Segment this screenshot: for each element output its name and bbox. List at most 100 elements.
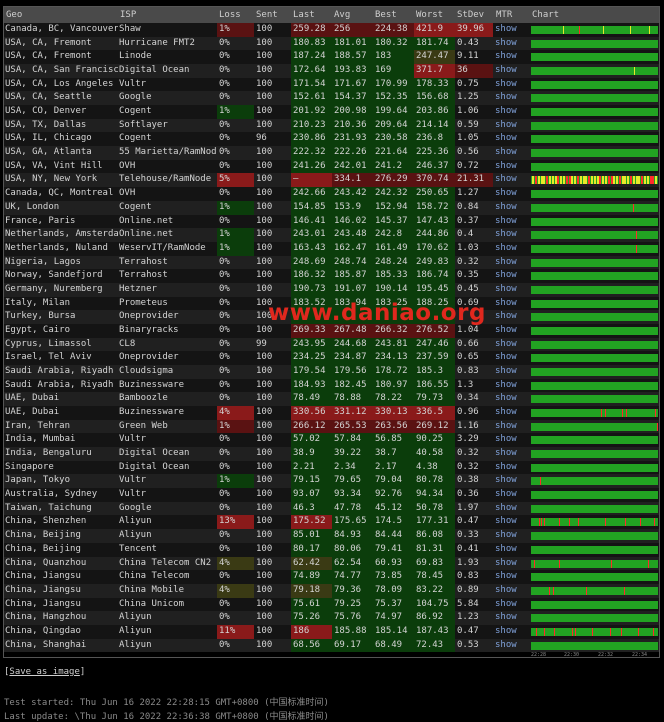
loss-cell: 4%: [217, 556, 254, 571]
worst-cell: 170.62: [414, 241, 455, 256]
mtr-show-link[interactable]: show: [495, 406, 525, 420]
mtr-show-link[interactable]: show: [495, 515, 525, 529]
stdev-cell: 0.59: [457, 119, 479, 130]
loss-cell: 0%: [219, 133, 230, 144]
mtr-show-link[interactable]: show: [495, 201, 525, 215]
sent-cell: 100: [256, 516, 273, 527]
chart-spike: [647, 559, 649, 568]
best-cell: 266.32: [373, 323, 414, 338]
mtr-show-link[interactable]: show: [495, 132, 525, 146]
mtr-show-link[interactable]: show: [495, 78, 525, 92]
sent-cell: 100: [256, 174, 273, 185]
table-row: Japan, Tokyo Vultr 1% 100 79.15 79.65 79.04 80.…: [4, 474, 659, 489]
mtr-show-link[interactable]: show: [495, 584, 525, 598]
col-loss-header: Loss: [219, 10, 241, 20]
save-as-image-label[interactable]: Save as image: [9, 667, 79, 677]
geo-cell: USA, TX, Dallas: [5, 119, 87, 130]
mtr-show-link[interactable]: show: [495, 420, 525, 434]
chart-spike: [585, 176, 588, 185]
mtr-show-link[interactable]: show: [495, 146, 525, 160]
stdev-cell: 1.93: [457, 557, 479, 568]
chart-spike: [554, 176, 557, 185]
mtr-show-link[interactable]: show: [495, 351, 525, 365]
mtr-show-link[interactable]: show: [495, 570, 525, 584]
mtr-show-link[interactable]: show: [495, 242, 525, 256]
mtr-show-link[interactable]: show: [495, 283, 525, 297]
worst-cell: 250.65: [414, 187, 455, 201]
geo-cell: China, Shenzhen: [5, 516, 87, 527]
latency-chart-bar: [531, 244, 658, 253]
mtr-show-link[interactable]: show: [495, 215, 525, 229]
geo-cell: Canada, QC, Montreal: [5, 188, 114, 199]
isp-cell: Aliyun: [119, 639, 152, 650]
mtr-show-link[interactable]: show: [495, 338, 525, 352]
mtr-show-link[interactable]: show: [495, 365, 525, 379]
table-header: Geo ISP Loss Sent Last Avg Best Worst St…: [4, 7, 659, 23]
col-last-header: Last: [293, 10, 315, 20]
sent-cell: 100: [256, 201, 273, 212]
mtr-show-link[interactable]: show: [495, 37, 525, 51]
isp-cell: OVH: [119, 160, 136, 171]
mtr-show-link[interactable]: show: [495, 433, 525, 447]
best-cell: 185.33: [373, 269, 414, 283]
loss-cell: 11%: [217, 624, 254, 639]
mtr-show-link[interactable]: show: [495, 625, 525, 639]
worst-cell: 40.58: [414, 447, 455, 461]
mtr-show-link[interactable]: show: [495, 639, 525, 653]
chart-spike: [649, 176, 652, 185]
mtr-show-link[interactable]: show: [495, 256, 525, 270]
best-cell: 185.14: [373, 624, 414, 639]
mtr-show-link[interactable]: show: [495, 543, 525, 557]
mtr-show-link[interactable]: show: [495, 461, 525, 475]
table-row: Australia, Sydney Vultr 0% 100 93.07 93.34 92.…: [4, 488, 659, 502]
mtr-show-link[interactable]: show: [495, 474, 525, 488]
mtr-show-link[interactable]: show: [495, 297, 525, 311]
chart-time-axis: 22:28 22:30 22:32 22:34: [531, 652, 658, 658]
mtr-show-link[interactable]: show: [495, 187, 525, 201]
mtr-show-link[interactable]: show: [495, 324, 525, 338]
mtr-show-link[interactable]: show: [495, 379, 525, 393]
mtr-show-link[interactable]: show: [495, 447, 525, 461]
mtr-show-link[interactable]: show: [495, 173, 525, 187]
latency-chart-bar: [531, 26, 658, 34]
geo-cell: Japan, Tokyo: [5, 475, 71, 486]
geo-cell: UK, London: [5, 201, 60, 212]
stdev-cell: 1.05: [457, 133, 479, 144]
best-cell: 263.56: [373, 419, 414, 434]
mtr-show-link[interactable]: show: [495, 598, 525, 612]
mtr-show-link[interactable]: show: [495, 119, 525, 133]
mtr-show-link[interactable]: show: [495, 502, 525, 516]
avg-cell: 80.06: [332, 542, 373, 557]
mtr-show-link[interactable]: show: [495, 23, 525, 37]
mtr-show-link[interactable]: show: [495, 488, 525, 502]
avg-cell: 47.78: [332, 501, 373, 516]
save-as-image-link[interactable]: [Save as image]: [4, 667, 85, 677]
mtr-show-link[interactable]: show: [495, 310, 525, 324]
mtr-show-link[interactable]: show: [495, 50, 525, 64]
stdev-cell: 0.41: [457, 543, 479, 554]
mtr-show-link[interactable]: show: [495, 91, 525, 105]
geo-cell: USA, CA, Fremont: [5, 37, 92, 48]
latency-chart-bar: [531, 586, 658, 595]
mtr-show-link[interactable]: show: [495, 160, 525, 174]
worst-cell: 371.7: [414, 64, 455, 78]
mtr-show-link[interactable]: show: [495, 64, 525, 78]
worst-cell: 79.73: [414, 392, 455, 407]
last-cell: 38.9: [291, 447, 332, 461]
mtr-show-link[interactable]: show: [495, 392, 525, 406]
best-cell: 92.76: [373, 488, 414, 502]
mtr-show-link[interactable]: show: [495, 557, 525, 571]
loss-cell: 1%: [217, 200, 254, 215]
worst-cell: 50.78: [414, 501, 455, 516]
mtr-show-link[interactable]: show: [495, 611, 525, 625]
chart-spike: [549, 176, 552, 185]
mtr-show-link[interactable]: show: [495, 269, 525, 283]
chart-spike: [543, 627, 545, 636]
mtr-show-link[interactable]: show: [495, 529, 525, 543]
worst-cell: 178.33: [414, 77, 455, 92]
latency-chart-bar: [531, 272, 658, 281]
mtr-show-link[interactable]: show: [495, 105, 525, 119]
mtr-show-link[interactable]: show: [495, 228, 525, 242]
avg-cell: 74.77: [332, 570, 373, 584]
isp-cell: Aliyun: [119, 612, 152, 623]
